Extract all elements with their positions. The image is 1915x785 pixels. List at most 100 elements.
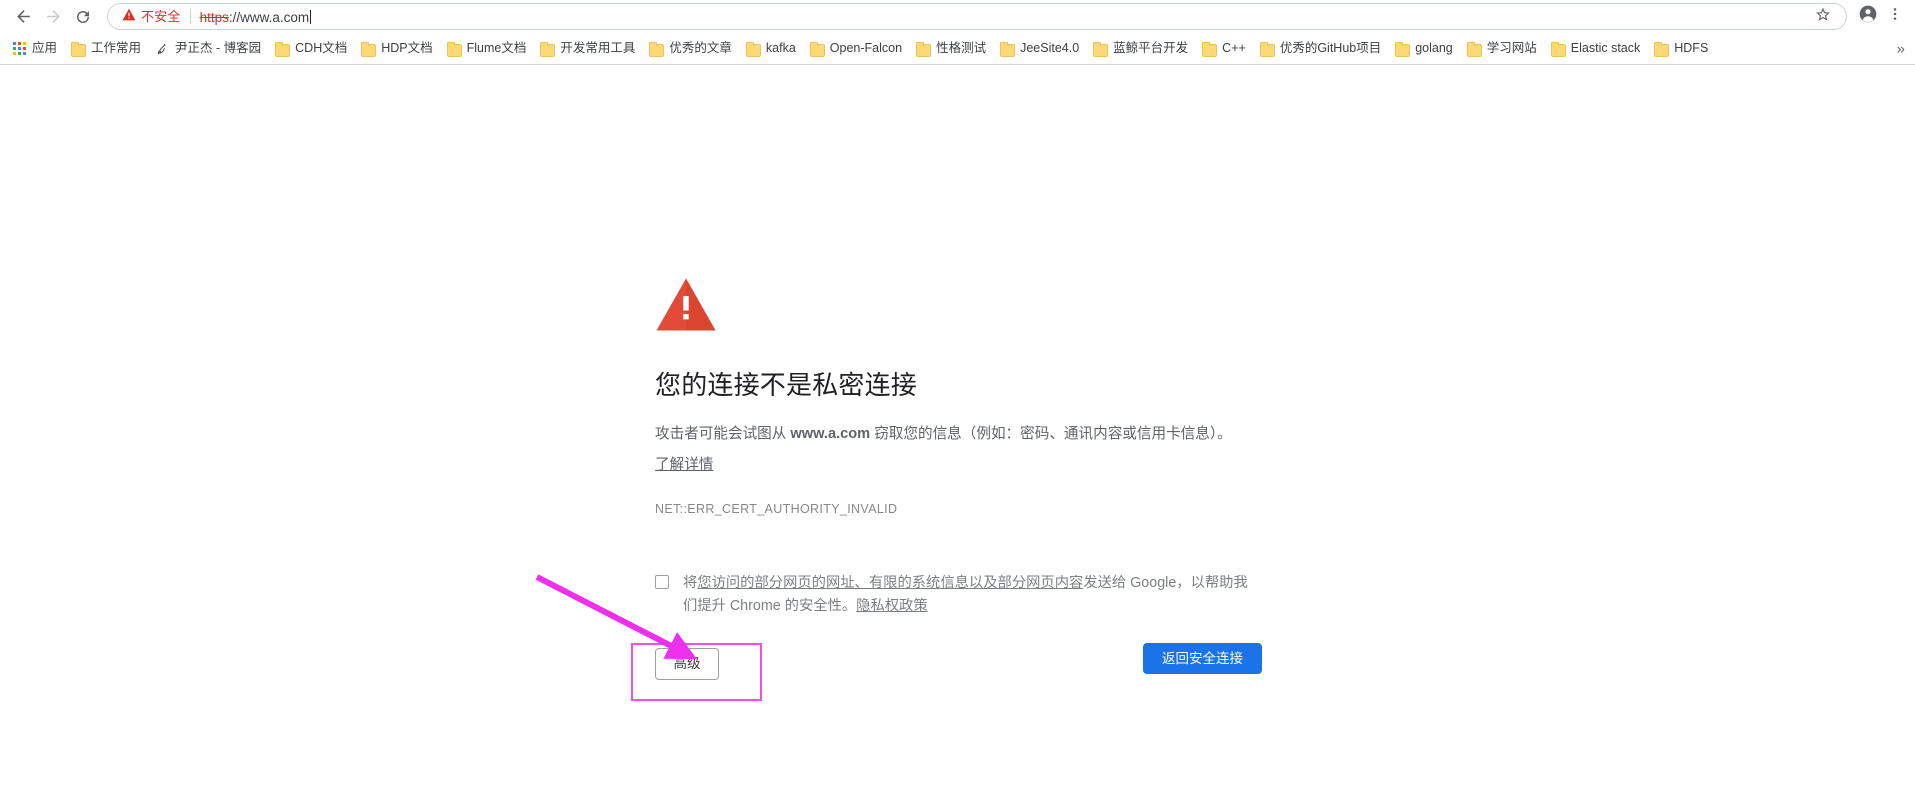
arrow-left-icon: [14, 7, 33, 26]
security-status-chip[interactable]: 不安全: [122, 8, 181, 26]
bookmark-label: 学习网站: [1486, 41, 1537, 56]
bookmark-label: 性格测试: [936, 41, 987, 56]
folder-icon: [1654, 42, 1670, 57]
arrow-right-icon: [44, 7, 63, 26]
bookmark-label: 应用: [32, 41, 58, 56]
ssl-interstitial: 您的连接不是私密连接 攻击者可能会试图从 www.a.com 窃取您的信息（例如…: [655, 277, 1255, 618]
bookmark-item-14[interactable]: golang: [1389, 37, 1461, 61]
error-hostname: www.a.com: [790, 425, 871, 442]
error-description: 攻击者可能会试图从 www.a.com 窃取您的信息（例如：密码、通讯内容或信用…: [655, 423, 1255, 447]
report-text-before: 将: [683, 575, 698, 592]
folder-icon: [1093, 42, 1109, 57]
url-host-path: ://www.a.com: [228, 10, 310, 26]
bookmark-label: golang: [1415, 41, 1453, 56]
star-icon: [1815, 6, 1831, 27]
bookmark-item-15[interactable]: 学习网站: [1461, 37, 1545, 61]
not-secure-label: 不安全: [141, 9, 181, 24]
folder-icon: [745, 42, 761, 57]
bookmark-item-16[interactable]: Elastic stack: [1545, 37, 1648, 61]
bookmark-label: HDP文档: [381, 41, 433, 56]
bookmark-item-11[interactable]: 蓝鲸平台开发: [1087, 37, 1196, 61]
send-report-label: 将您访问的部分网页的网址、有限的系统信息以及部分网页内容发送给 Google，以…: [683, 572, 1255, 618]
safe-browsing-report-row: 将您访问的部分网页的网址、有限的系统信息以及部分网页内容发送给 Google，以…: [655, 572, 1255, 618]
bookmarks-overflow-button[interactable]: »: [1897, 41, 1905, 56]
url-scheme: https: [199, 10, 229, 26]
bookmark-item-13[interactable]: 优秀的GitHub项目: [1254, 37, 1389, 61]
bookmark-label: 优秀的GitHub项目: [1279, 41, 1382, 56]
folder-icon: [1466, 42, 1482, 57]
warning-triangle-icon: [122, 8, 136, 26]
three-dot-menu-icon: [1887, 6, 1903, 27]
page-content: 您的连接不是私密连接 攻击者可能会试图从 www.a.com 窃取您的信息（例如…: [0, 65, 1915, 785]
forward-button[interactable]: [38, 2, 68, 32]
omnibox-divider: [189, 9, 191, 24]
url-display[interactable]: https ://www.a.com: [200, 8, 312, 25]
bookmark-label: C++: [1222, 41, 1246, 56]
folder-icon: [1550, 42, 1566, 57]
bookmark-item-5[interactable]: 开发常用工具: [534, 37, 643, 61]
bookmark-label: 蓝鲸平台开发: [1113, 41, 1189, 56]
text-cursor: [310, 10, 312, 25]
folder-icon: [1202, 42, 1218, 57]
bookmark-label: 尹正杰 - 博客园: [175, 41, 262, 56]
site-favicon: [155, 42, 169, 56]
bookmark-item-12[interactable]: C++: [1196, 37, 1254, 61]
bookmark-item-3[interactable]: HDP文档: [355, 37, 440, 61]
omnibox-container: 不安全 https ://www.a.com: [107, 3, 1847, 30]
folder-icon: [446, 42, 462, 57]
apps-grid-icon: [13, 42, 26, 55]
bookmark-label: 工作常用: [91, 41, 142, 56]
chrome-menu-button[interactable]: [1883, 2, 1907, 32]
bookmark-item-4[interactable]: Flume文档: [441, 37, 535, 61]
bookmark-label: Flume文档: [466, 41, 527, 56]
profile-avatar-button[interactable]: [1853, 2, 1883, 32]
folder-icon: [1000, 42, 1016, 57]
bookmark-item-1[interactable]: 尹正杰 - 博客园: [149, 37, 269, 61]
bookmark-label: 优秀的文章: [669, 41, 732, 56]
bookmark-label: HDFS: [1674, 41, 1709, 56]
bookmark-item-8[interactable]: Open-Falcon: [804, 37, 910, 61]
bookmark-item-9[interactable]: 性格测试: [910, 37, 994, 61]
bookmark-item-apps[interactable]: 应用: [7, 37, 65, 61]
folder-icon: [361, 42, 377, 57]
bookmark-label: Open-Falcon: [829, 41, 903, 56]
report-details-link[interactable]: 您访问的部分网页的网址、有限的系统信息以及部分网页内容: [697, 575, 1083, 591]
bookmark-label: CDH文档: [295, 41, 348, 56]
folder-icon: [1259, 42, 1275, 57]
address-bar[interactable]: 不安全 https ://www.a.com: [107, 3, 1847, 30]
advanced-button[interactable]: 高级: [655, 648, 719, 680]
folder-icon: [809, 42, 825, 57]
back-button[interactable]: [8, 2, 38, 32]
bookmark-star-button[interactable]: [1812, 6, 1834, 28]
bookmark-item-6[interactable]: 优秀的文章: [643, 37, 740, 61]
bookmark-item-17[interactable]: HDFS: [1648, 37, 1716, 61]
reload-icon: [74, 8, 92, 26]
bookmark-item-7[interactable]: kafka: [740, 37, 804, 61]
bookmark-label: 开发常用工具: [560, 41, 636, 56]
folder-icon: [916, 42, 932, 57]
browser-chrome: 不安全 https ://www.a.com 应用 工作常用 尹正杰 - 博客园…: [0, 0, 1915, 65]
back-to-safety-button[interactable]: 返回安全连接: [1143, 643, 1262, 674]
bookmark-item-10[interactable]: JeeSite4.0: [994, 37, 1087, 61]
bookmark-item-2[interactable]: CDH文档: [269, 37, 355, 61]
red-warning-triangle-icon: [655, 277, 1255, 337]
bookmark-item-0[interactable]: 工作常用: [65, 37, 149, 61]
bookmark-label: JeeSite4.0: [1020, 41, 1080, 56]
reload-button[interactable]: [68, 2, 98, 32]
folder-icon: [540, 42, 556, 57]
error-code: NET::ERR_CERT_AUTHORITY_INVALID: [655, 502, 898, 517]
folder-icon: [649, 42, 665, 57]
bookmarks-bar: 应用 工作常用 尹正杰 - 博客园 CDH文档 HDP文档 Flume文档 开发…: [0, 33, 1915, 64]
learn-more-link[interactable]: 了解详情: [655, 453, 713, 474]
folder-icon: [71, 42, 87, 57]
browser-toolbar: 不安全 https ://www.a.com: [0, 0, 1915, 33]
page-title: 您的连接不是私密连接: [655, 370, 918, 400]
privacy-policy-link[interactable]: 隐私权政策: [856, 598, 927, 614]
folder-icon: [275, 42, 291, 57]
error-desc-suffix: 窃取您的信息（例如：密码、通讯内容或信用卡信息）。: [870, 425, 1232, 442]
error-desc-prefix: 攻击者可能会试图从: [655, 425, 791, 442]
bookmark-label: kafka: [765, 41, 796, 56]
send-report-checkbox[interactable]: [655, 575, 669, 590]
folder-icon: [1395, 42, 1411, 57]
account-avatar-icon: [1858, 4, 1878, 29]
